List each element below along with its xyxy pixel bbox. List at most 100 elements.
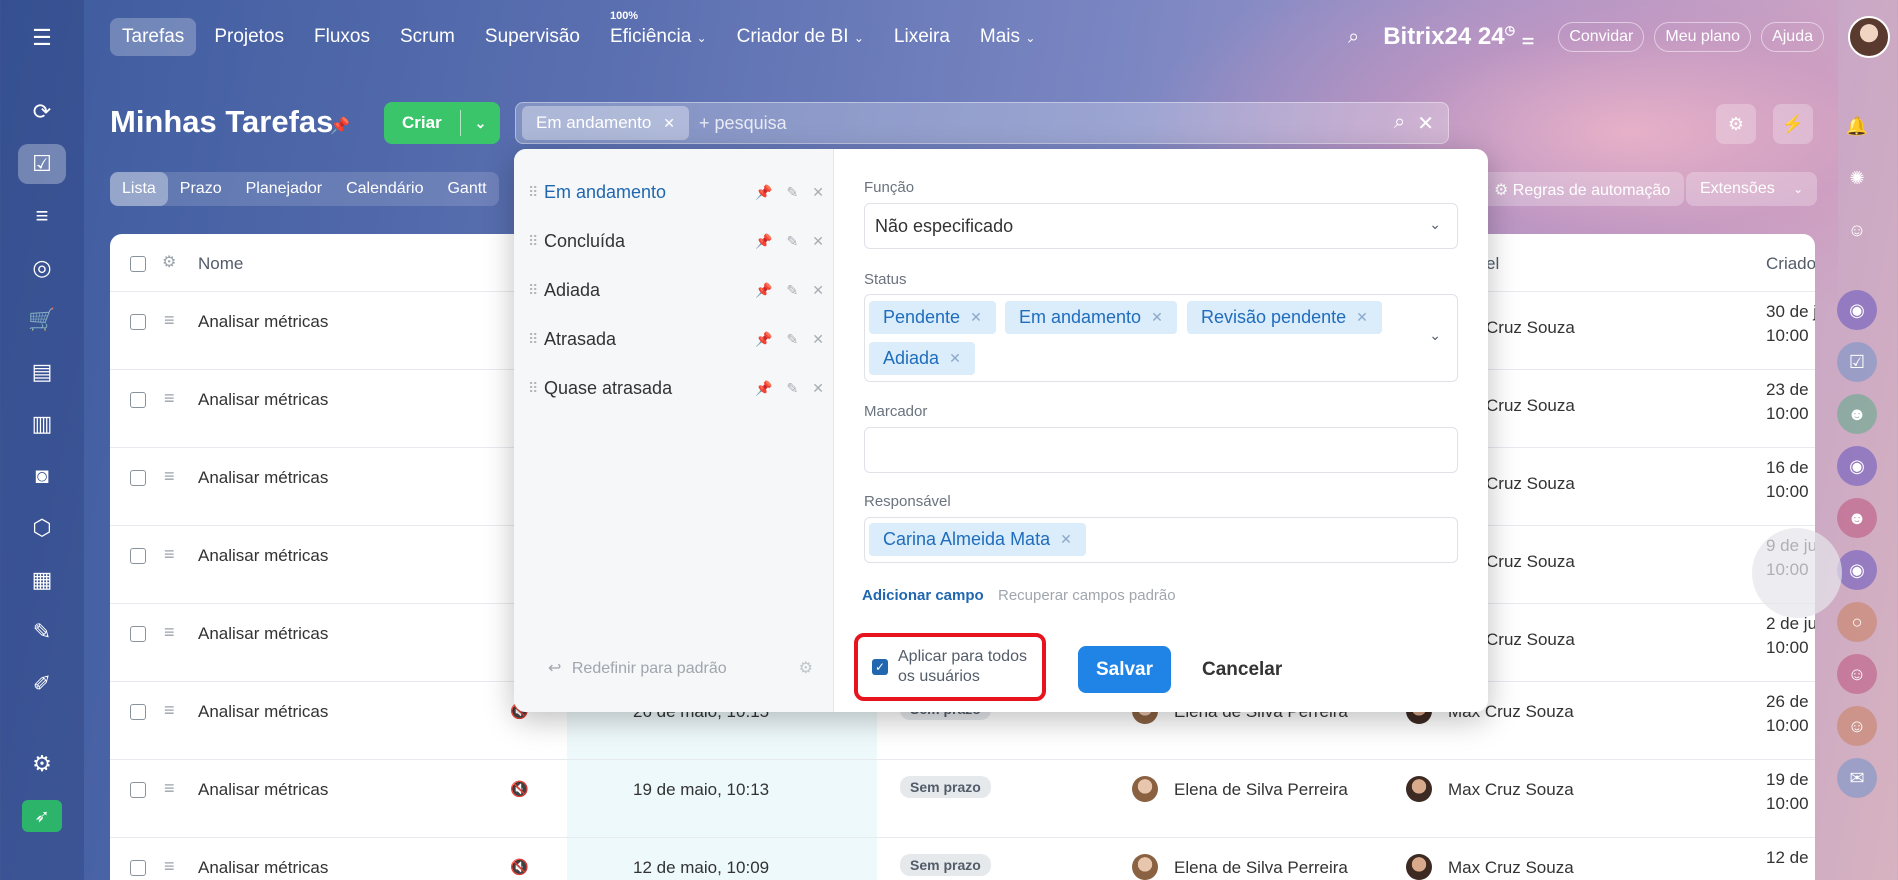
row-menu-icon[interactable]: ≡ — [164, 466, 175, 487]
my-plan-button[interactable]: Meu plano — [1654, 22, 1752, 52]
table-row[interactable]: ≡ Analisar métricas 🔇 12 de maio, 10:09 Sem … — [110, 838, 1815, 880]
target-icon[interactable]: ◎ — [18, 248, 66, 288]
signature-icon[interactable]: ✎ — [18, 612, 66, 652]
preset-quase-atrasada[interactable]: ⠿ Quase atrasada 📌 ✎ ✕ — [528, 373, 824, 403]
apply-all-users-checkbox[interactable]: ✓ Aplicar para todos os usuários — [854, 633, 1046, 701]
activity-icon[interactable]: ✺ — [1837, 158, 1877, 198]
rocket-icon[interactable]: ➶ — [22, 800, 62, 832]
pin-icon[interactable]: 📌 — [755, 233, 772, 250]
row-menu-icon[interactable]: ≡ — [164, 388, 175, 409]
tag-input[interactable] — [864, 427, 1458, 473]
chevron-down-icon[interactable]: ⌄ — [1793, 182, 1803, 196]
tab-prazo[interactable]: Prazo — [168, 172, 234, 206]
close-icon[interactable]: ✕ — [812, 331, 824, 348]
chevron-down-icon[interactable]: ⌄ — [461, 115, 500, 132]
close-icon[interactable]: ✕ — [949, 350, 961, 367]
warehouse-icon[interactable]: ▦ — [18, 560, 66, 600]
preset-concluida[interactable]: ⠿ Concluída 📌 ✎ ✕ — [528, 226, 824, 256]
close-icon[interactable]: ✕ — [1060, 531, 1072, 548]
group-avatar-icon[interactable]: ☻ — [1837, 394, 1877, 434]
task-name[interactable]: Analisar métricas — [198, 858, 328, 878]
nav-projetos[interactable]: Projetos — [202, 18, 296, 56]
tab-gantt[interactable]: Gantt — [435, 172, 498, 206]
mute-icon[interactable]: 🔇 — [510, 858, 529, 876]
box-icon[interactable]: ⬡ — [18, 508, 66, 548]
contact-card-icon[interactable]: ▤ — [18, 352, 66, 392]
automation-rules-button[interactable]: ⚙ Regras de automação — [1480, 172, 1685, 206]
preset-atrasada[interactable]: ⠿ Atrasada 📌 ✎ ✕ — [528, 324, 824, 354]
preset-em-andamento[interactable]: ⠿ Em andamento 📌 ✎ ✕ — [528, 177, 824, 207]
flow-icon[interactable]: ⟳ — [18, 92, 66, 132]
search-bar[interactable]: Em andamento ✕ + pesquisa ⌕ ✕ — [515, 102, 1449, 144]
row-checkbox[interactable] — [130, 314, 146, 330]
task-name[interactable]: Analisar métricas — [198, 468, 328, 488]
nav-fluxos[interactable]: Fluxos — [302, 18, 382, 56]
bar-chart-icon[interactable]: ▥ — [18, 404, 66, 444]
close-icon[interactable]: ✕ — [663, 115, 675, 132]
checklist-app-icon[interactable]: ☑ — [1837, 342, 1877, 382]
robot-icon[interactable]: ◙ — [18, 456, 66, 496]
support-chat-icon[interactable]: ✉ — [1837, 758, 1877, 798]
row-checkbox[interactable] — [130, 548, 146, 564]
edit-icon[interactable]: ✎ — [787, 233, 799, 250]
select-all-checkbox[interactable] — [130, 256, 146, 272]
close-icon[interactable]: ✕ — [812, 380, 824, 397]
extensions-button[interactable]: Extensões ⌄ — [1686, 172, 1818, 206]
reset-default-link[interactable]: ↩ Redefinir para padrão — [548, 658, 727, 678]
chat-icon[interactable]: ☺ — [1837, 210, 1877, 250]
drag-handle-icon[interactable]: ⠿ — [528, 282, 544, 299]
nav-tarefas[interactable]: Tarefas — [110, 18, 197, 56]
drag-handle-icon[interactable]: ⠿ — [528, 233, 544, 250]
responsible-input[interactable]: Carina Almeida Mata ✕ — [864, 517, 1458, 563]
row-menu-icon[interactable]: ≡ — [164, 622, 175, 643]
responsible-name[interactable]: Max Cruz Souza — [1448, 858, 1574, 878]
filter-funnel-icon[interactable]: ≡ — [18, 196, 66, 236]
preset-settings-icon[interactable]: ⚙ — [799, 658, 813, 678]
checkmark-icon[interactable]: ✓ — [872, 659, 888, 675]
task-name[interactable]: Analisar métricas — [198, 780, 328, 800]
row-checkbox[interactable] — [130, 626, 146, 642]
search-icon[interactable]: ⌕ — [1348, 26, 1359, 49]
row-checkbox[interactable] — [130, 392, 146, 408]
nav-criador-bi[interactable]: Criador de BI ⌄ — [725, 18, 876, 56]
close-icon[interactable]: ✕ — [970, 309, 982, 326]
search-icon[interactable]: ⌕ — [1394, 111, 1405, 136]
tab-calendario[interactable]: Calendário — [334, 172, 435, 206]
nav-eficiencia[interactable]: 100% Eficiência ⌄ — [598, 10, 719, 56]
channel-icon[interactable]: ◉ — [1837, 290, 1877, 330]
creator-name[interactable]: Elena de Silva Perreira — [1174, 780, 1348, 800]
user-avatar[interactable] — [1848, 16, 1890, 58]
pin-icon[interactable]: 📌 — [755, 331, 772, 348]
edit-icon[interactable]: ✎ — [787, 184, 799, 201]
record-icon[interactable]: ○ — [1837, 602, 1877, 642]
user-avatar-1[interactable]: ☺ — [1837, 654, 1877, 694]
task-name[interactable]: Analisar métricas — [198, 624, 328, 644]
row-menu-icon[interactable]: ≡ — [164, 778, 175, 799]
responsible-name[interactable]: Cruz Souza — [1486, 318, 1575, 338]
menu-icon[interactable]: ☰ — [18, 18, 66, 58]
pin-icon[interactable]: 📌 — [755, 380, 772, 397]
nav-lixeira[interactable]: Lixeira — [882, 18, 962, 56]
responsible-name[interactable]: Max Cruz Souza — [1448, 780, 1574, 800]
document-edit-icon[interactable]: ✐ — [18, 664, 66, 704]
close-icon[interactable]: ✕ — [1151, 309, 1163, 326]
add-field-link[interactable]: Adicionar campo — [862, 587, 984, 604]
edit-icon[interactable]: ✎ — [787, 331, 799, 348]
task-name[interactable]: Analisar métricas — [198, 702, 328, 722]
close-icon[interactable]: ✕ — [812, 233, 824, 250]
clear-icon[interactable]: ✕ — [1417, 111, 1434, 136]
nav-supervisao[interactable]: Supervisão — [473, 18, 592, 56]
row-checkbox[interactable] — [130, 860, 146, 876]
tasks-icon[interactable]: ☑ — [18, 144, 66, 184]
deadline-value[interactable]: 19 de maio, 10:13 — [633, 780, 769, 800]
column-settings-icon[interactable]: ⚙ — [162, 252, 176, 272]
row-menu-icon[interactable]: ≡ — [164, 856, 175, 877]
notification-bell-icon[interactable]: 🔔 — [1837, 106, 1877, 146]
responsible-name[interactable]: Cruz Souza — [1486, 396, 1575, 416]
drag-handle-icon[interactable]: ⠿ — [528, 380, 544, 397]
row-checkbox[interactable] — [130, 704, 146, 720]
edit-icon[interactable]: ✎ — [787, 380, 799, 397]
settings-gear-icon[interactable]: ⚙ — [18, 744, 66, 784]
responsible-name[interactable]: Cruz Souza — [1486, 630, 1575, 650]
task-name[interactable]: Analisar métricas — [198, 312, 328, 332]
